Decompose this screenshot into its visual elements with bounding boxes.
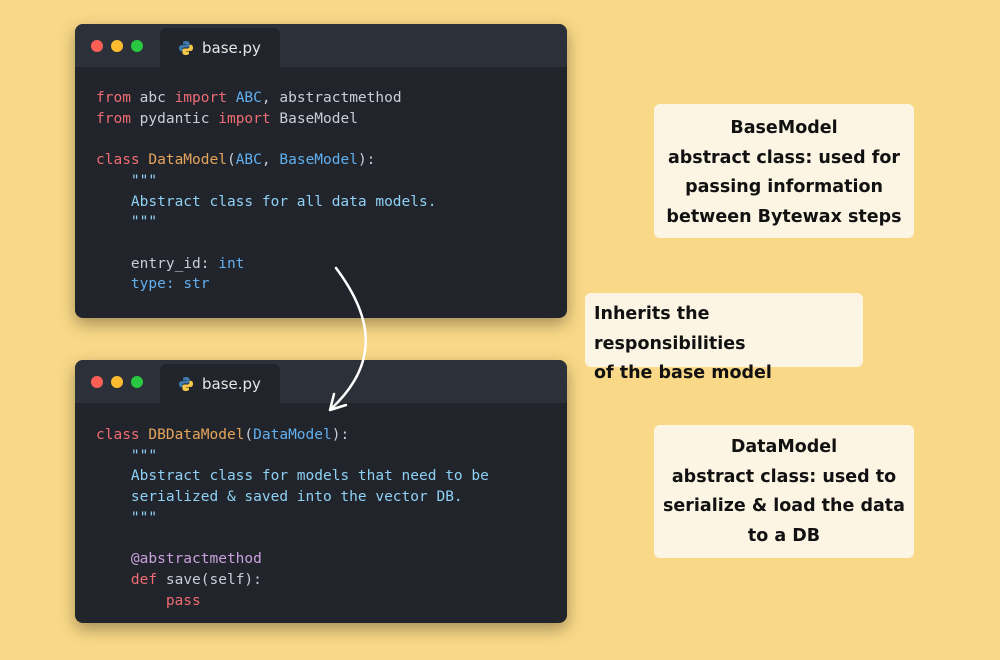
note-line: serialize & load the data <box>663 496 905 516</box>
note-line: to a DB <box>747 525 821 546</box>
note-line: abstract class: used for <box>667 147 901 168</box>
note-inherits: Inherits the responsibilities of the bas… <box>585 293 863 383</box>
arrow-shaft <box>329 266 367 411</box>
note-line: abstract class: used to <box>671 466 897 487</box>
note-title: BaseModel <box>730 118 838 138</box>
note-line: Inherits the responsibilities <box>594 304 746 354</box>
note-line: between Bytewax steps <box>666 206 902 227</box>
note-line: passing information <box>685 177 883 197</box>
note-line: of the base model <box>594 363 772 383</box>
note-title: DataModel <box>730 437 838 457</box>
note-datamodel: DataModel abstract class: used to serial… <box>654 425 914 558</box>
note-basemodel: BaseModel abstract class: used for passi… <box>654 104 914 238</box>
